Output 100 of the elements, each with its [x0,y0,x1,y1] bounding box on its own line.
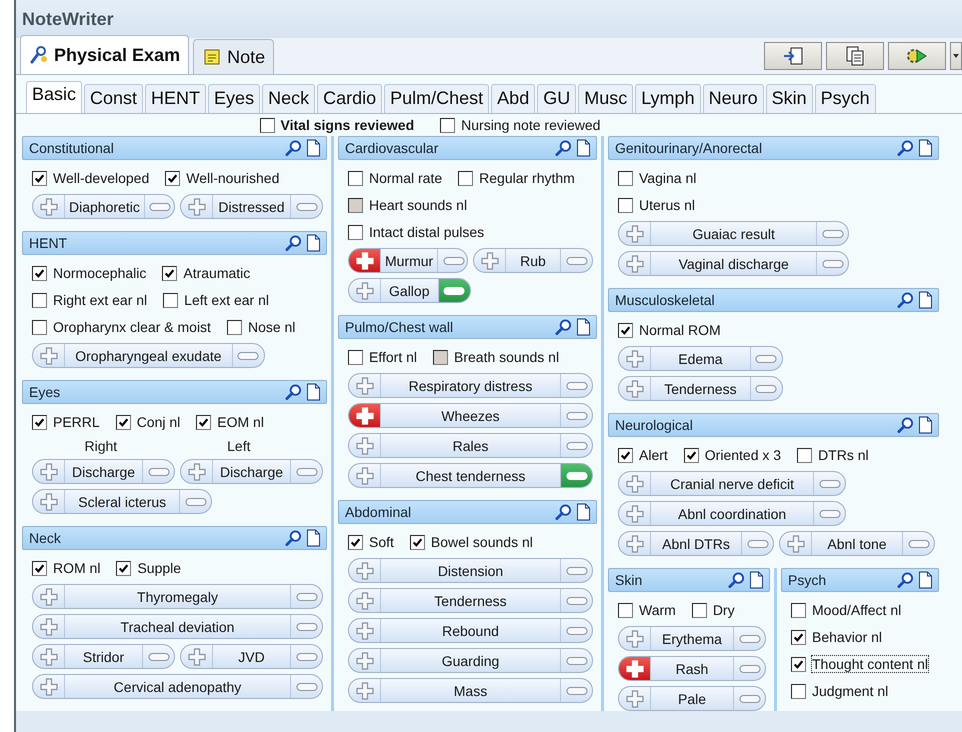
finding-toggle[interactable]: Murmur [348,248,468,273]
toolbar-button[interactable] [826,42,884,70]
tab[interactable]: HENT [145,84,206,113]
document-icon[interactable] [305,234,322,252]
checkbox[interactable] [116,560,132,576]
finding-toggle[interactable]: Tenderness [618,376,783,401]
search-icon[interactable] [555,139,572,157]
finding-toggle[interactable]: Distension [348,558,593,583]
finding-toggle[interactable]: Abnl coordination [618,501,846,526]
tab[interactable]: Skin [766,84,813,113]
finding-toggle[interactable]: Abnl DTRs [618,531,774,556]
search-icon[interactable] [555,503,572,521]
document-icon[interactable] [305,529,322,547]
finding-toggle[interactable]: Cervical adenopathy [32,674,323,699]
finding-toggle[interactable]: Scleral icterus [32,489,212,514]
tab[interactable]: Neuro [702,84,764,113]
checkbox[interactable] [32,170,47,186]
minus-button[interactable] [560,464,592,487]
finding-toggle[interactable]: Cranial nerve deficit [618,471,846,496]
finding-toggle[interactable]: Erythema [618,626,766,651]
checkbox[interactable] [260,118,275,132]
checkbox[interactable] [791,656,806,672]
finding-toggle[interactable]: Rub [473,248,593,273]
finding-toggle[interactable]: Wheezes [348,403,593,428]
finding-toggle[interactable]: Edema [618,346,783,371]
checkbox[interactable] [618,322,633,338]
document-icon[interactable] [305,383,322,401]
search-icon[interactable] [555,318,572,336]
checkbox[interactable] [618,602,633,618]
finding-toggle[interactable]: Rales [348,433,593,458]
checkbox[interactable] [165,170,180,186]
finding-toggle[interactable]: Pale [618,686,766,711]
checkbox[interactable] [163,292,178,308]
checkbox[interactable] [348,224,363,240]
tab[interactable]: Musc [578,84,634,113]
dropdown-button[interactable] [950,42,962,70]
tab[interactable]: Eyes [208,84,260,113]
finding-toggle[interactable]: Respiratory distress [348,373,593,398]
tab[interactable]: Const [84,84,144,113]
finding-toggle[interactable]: Stridor [32,644,175,669]
document-icon[interactable] [917,291,934,309]
tab[interactable]: Lymph [635,84,701,113]
finding-toggle[interactable]: Rebound [348,618,593,643]
minus-button[interactable] [438,279,470,302]
checkbox[interactable] [618,448,633,462]
tab[interactable]: Pulm/Chest [384,84,490,113]
finding-toggle[interactable]: Chest tenderness [348,463,593,488]
finding-toggle[interactable]: Distressed [180,194,323,219]
finding-toggle[interactable]: JVD [180,644,323,669]
tab[interactable]: Physical Exam [20,35,190,74]
toolbar-button[interactable] [888,42,946,70]
search-icon[interactable] [897,416,914,434]
finding-toggle[interactable]: Vaginal discharge [618,251,850,276]
search-icon[interactable] [285,529,302,547]
finding-toggle[interactable]: Discharge [32,459,175,484]
document-icon[interactable] [917,139,934,157]
checkbox[interactable] [692,602,707,618]
tab[interactable]: Abd [491,84,536,113]
checkbox[interactable] [618,170,633,186]
plus-button[interactable] [619,657,651,680]
tab[interactable]: Neck [262,84,316,113]
document-icon[interactable] [305,139,322,157]
toolbar-button[interactable] [764,42,822,70]
finding-toggle[interactable]: Guaiac result [618,221,850,246]
finding-toggle[interactable]: Tracheal deviation [32,614,323,639]
checkbox[interactable] [32,414,47,430]
checkbox[interactable] [32,320,47,334]
checkbox[interactable] [162,266,178,280]
checkbox[interactable] [618,198,633,212]
tab[interactable]: Note [193,39,274,74]
finding-toggle[interactable]: Tenderness [348,588,593,613]
checkbox[interactable] [433,350,448,364]
checkbox[interactable] [684,448,699,462]
checkbox[interactable] [791,602,806,618]
minus-button[interactable] [437,249,467,272]
finding-toggle[interactable]: Rash [618,656,766,681]
search-icon[interactable] [897,139,914,157]
search-icon[interactable] [897,571,914,589]
plus-button[interactable] [349,404,381,427]
checkbox[interactable] [410,534,425,550]
checkbox[interactable] [116,414,131,430]
finding-toggle[interactable]: Thyromegaly [32,584,323,609]
tab[interactable]: GU [537,84,576,113]
finding-toggle[interactable]: Gallop [348,278,470,303]
document-icon[interactable] [917,416,934,434]
search-icon[interactable] [728,571,745,589]
checkbox[interactable] [32,560,47,576]
checkbox[interactable] [791,684,806,698]
finding-toggle[interactable]: Abnl tone [779,531,935,556]
plus-button[interactable] [349,249,381,272]
checkbox[interactable] [458,170,474,186]
checkbox[interactable] [32,292,47,308]
checkbox[interactable] [348,350,363,364]
finding-toggle[interactable]: Guarding [348,648,593,673]
checkbox[interactable] [348,198,363,212]
checkbox[interactable] [32,266,47,280]
tab[interactable]: Cardio [317,84,382,113]
search-icon[interactable] [285,139,302,157]
checkbox[interactable] [797,448,812,462]
checkbox[interactable] [226,320,242,334]
